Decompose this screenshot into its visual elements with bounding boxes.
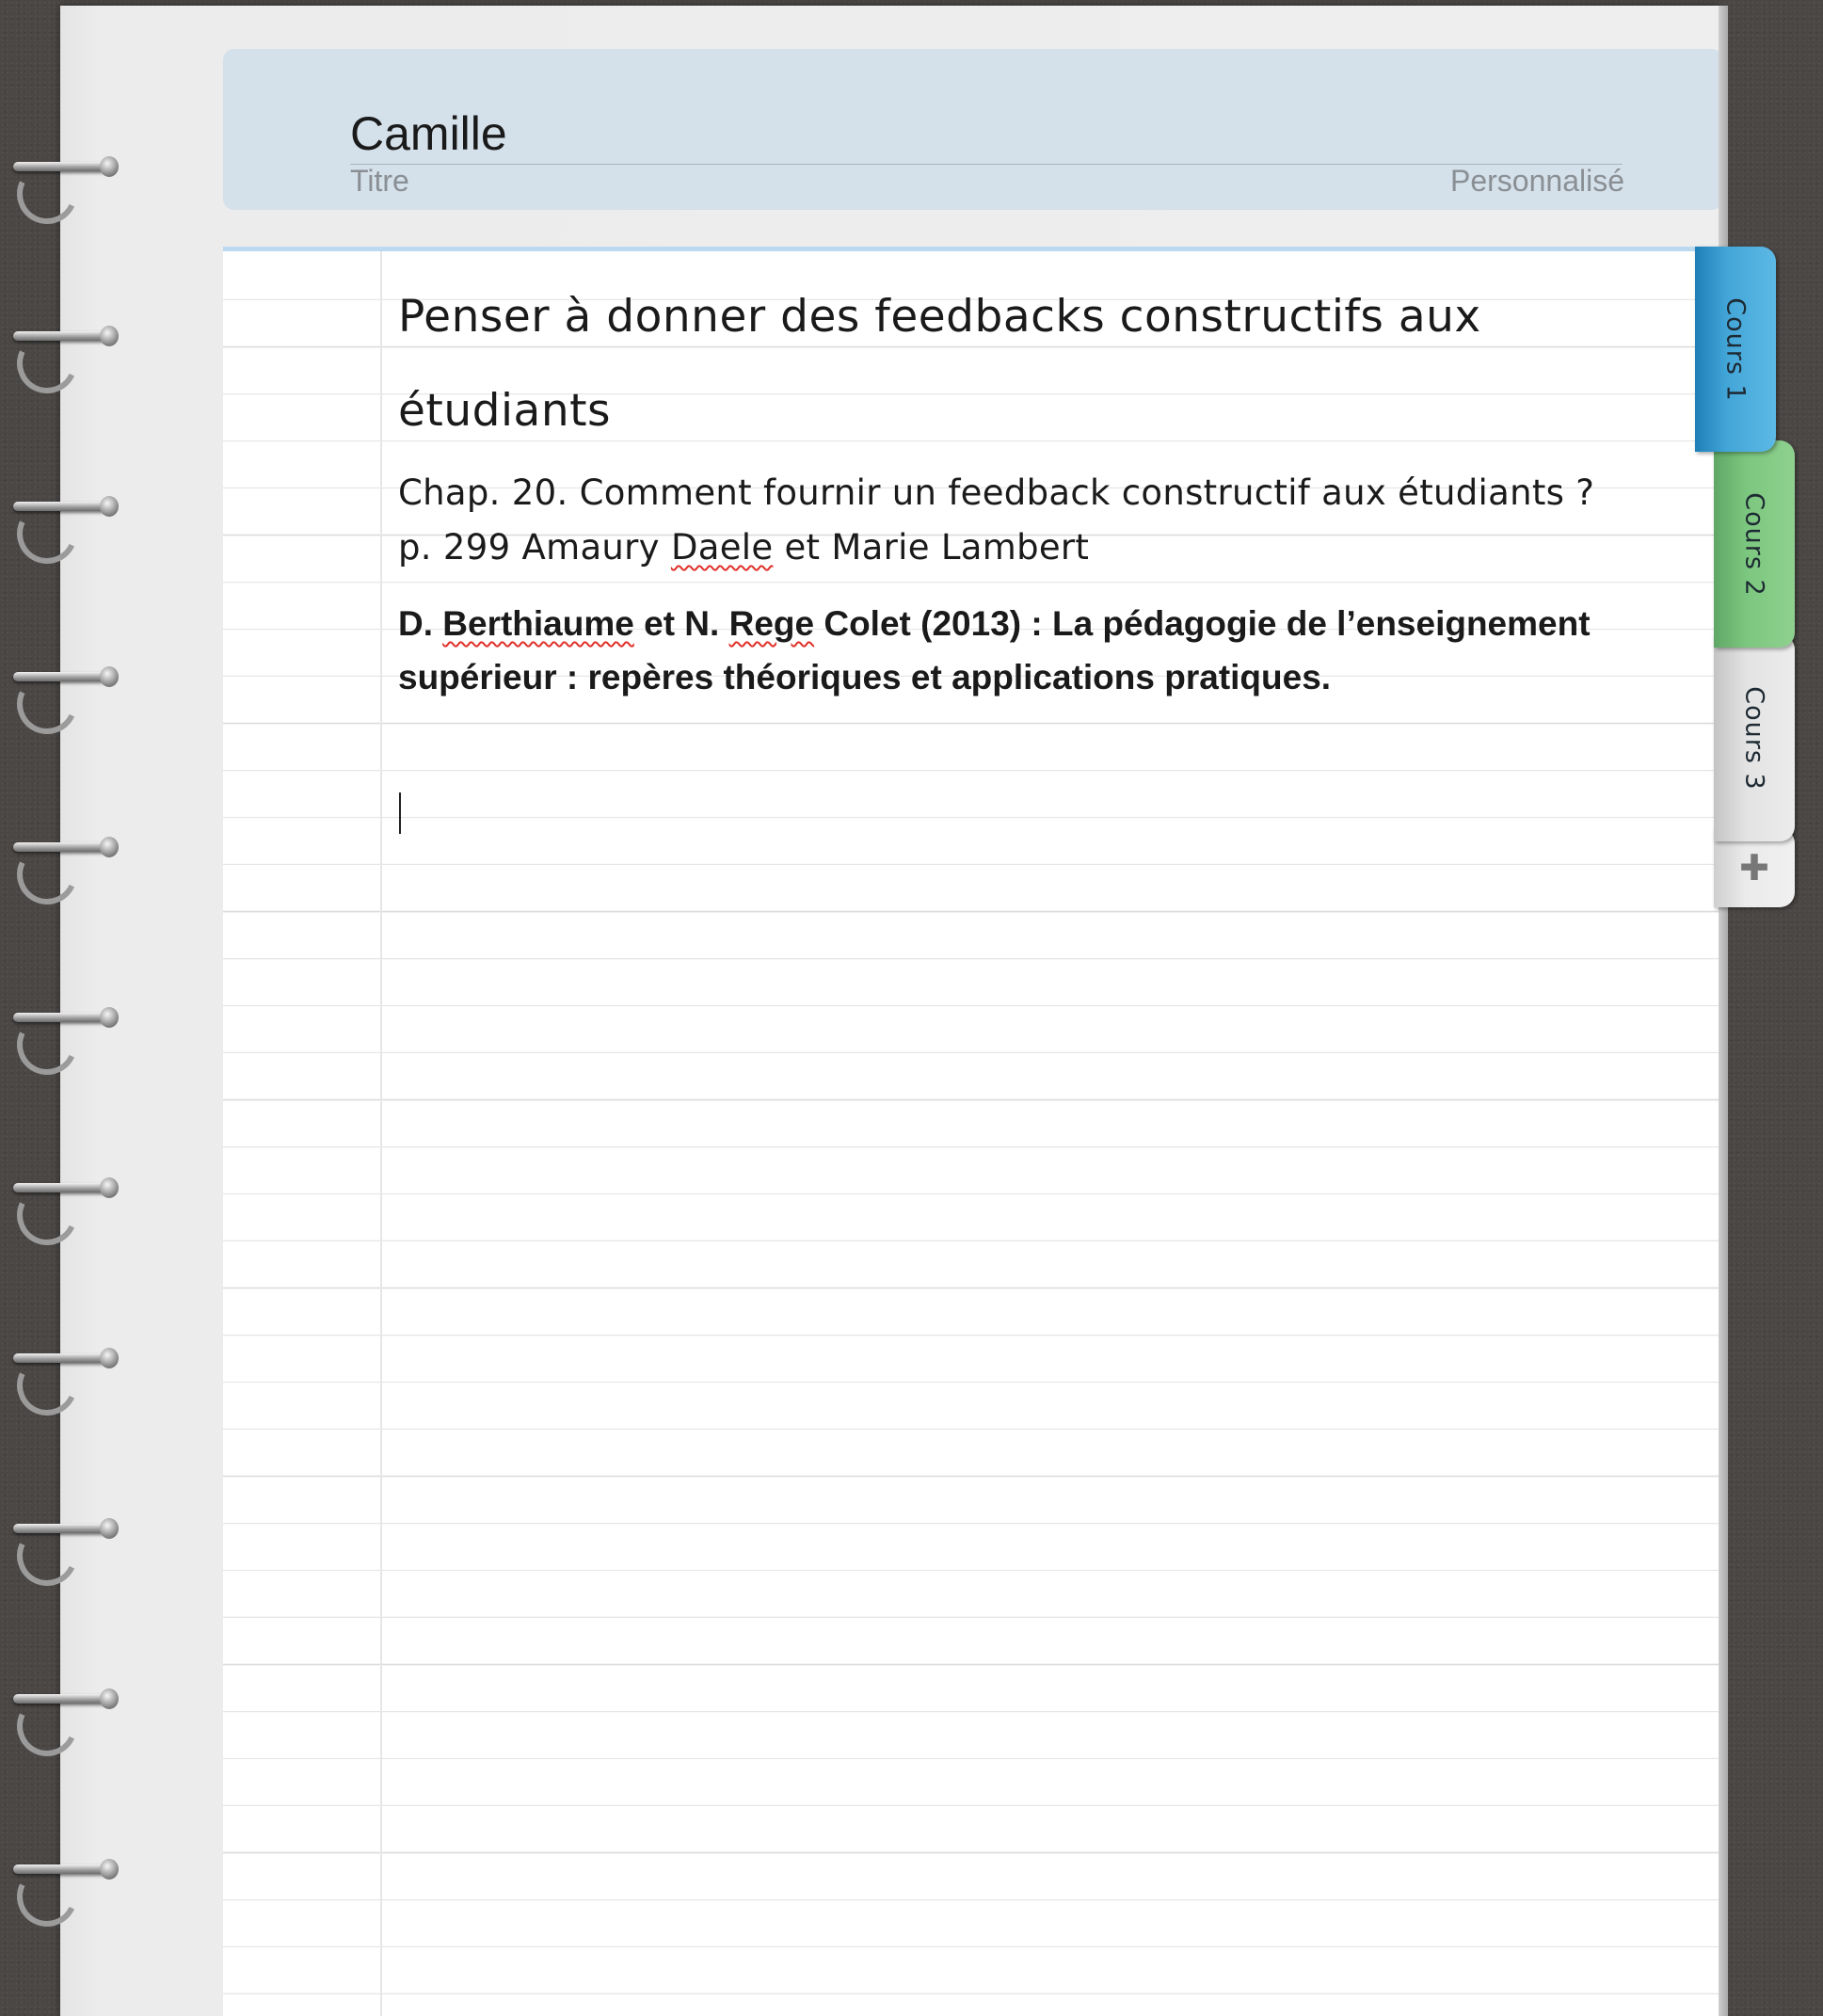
note-heading: Penser à donner des feedbacks constructi… — [398, 270, 1622, 458]
binder-ring-icon — [8, 1516, 119, 1595]
spellcheck-word[interactable]: Rege — [729, 604, 814, 643]
note-heading-line-2: étudiants — [398, 385, 612, 437]
notebook: Camille Titre Personnalisé Penser à donn… — [60, 6, 1728, 2016]
title-input[interactable]: Camille — [350, 107, 1291, 160]
tab-label: Cours 3 — [1739, 685, 1769, 791]
tab-label: Cours 1 — [1720, 296, 1751, 402]
tab-cours-1[interactable]: Cours 1 — [1695, 247, 1776, 452]
tab-cours-2[interactable]: Cours 2 — [1714, 440, 1795, 648]
page-header: Camille Titre Personnalisé — [223, 49, 1723, 210]
binder-ring-icon — [8, 664, 119, 744]
para1-text-after: et Marie Lambert — [773, 527, 1090, 568]
text-cursor — [399, 792, 401, 834]
binder-ring-icon — [8, 1857, 119, 1936]
para2-text-2: et N. — [633, 604, 729, 643]
margin-line — [380, 251, 382, 2016]
note-heading-line-1: Penser à donner des feedbacks constructi… — [398, 291, 1481, 343]
binder-ring-icon — [8, 1346, 119, 1425]
binder-ring-icon — [8, 1176, 119, 1255]
binder-ring-icon — [8, 154, 119, 233]
para2-text-1: D. — [398, 604, 443, 643]
binder-ring-icon — [8, 1687, 119, 1766]
binder-ring-icon — [8, 835, 119, 914]
binder-ring-icon — [8, 494, 119, 573]
tab-label: Cours 2 — [1739, 491, 1769, 597]
note-paragraph-reference: Chap. 20. Comment fournir un feedback co… — [398, 466, 1622, 575]
title-underline — [350, 164, 1623, 165]
note-page[interactable]: Penser à donner des feedbacks constructi… — [223, 247, 1723, 2016]
spellcheck-word[interactable]: Daele — [671, 527, 773, 568]
spellcheck-word[interactable]: Berthiaume — [442, 604, 634, 643]
tab-cours-3[interactable]: Cours 3 — [1714, 634, 1795, 841]
note-paragraph-citation: D. Berthiaume et N. Rege Colet (2013) : … — [398, 597, 1622, 704]
binder-ring-icon — [8, 324, 119, 403]
title-label: Titre — [350, 164, 409, 198]
style-label[interactable]: Personnalisé — [1450, 164, 1624, 199]
plus-icon: ✚ — [1739, 847, 1769, 888]
binder-ring-icon — [8, 1005, 119, 1084]
